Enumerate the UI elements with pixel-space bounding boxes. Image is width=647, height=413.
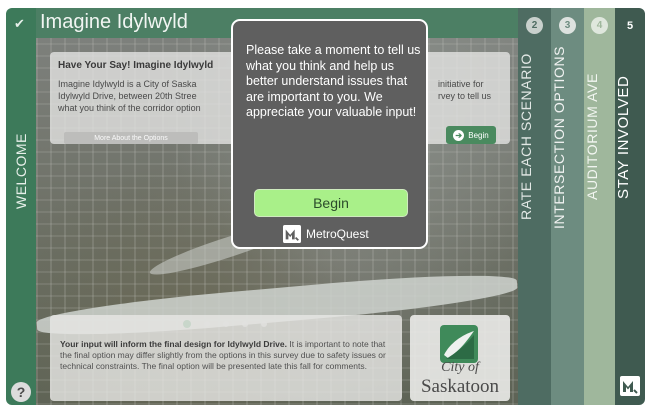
metroquest-brand-name: MetroQuest — [306, 227, 369, 241]
intro-line-right: initiative for — [438, 79, 484, 89]
page-title: Imagine Idylwyld — [40, 11, 188, 33]
help-icon[interactable]: ? — [11, 382, 31, 402]
check-icon: ✔ — [14, 16, 25, 31]
welcome-tab-label: WELCOME — [13, 133, 29, 209]
tab-label: INTERSECTION OPTIONS — [551, 45, 567, 229]
tab-label: RATE EACH SCENARIO — [518, 53, 534, 221]
intro-line: Imagine Idylwyld is a City of Saska — [58, 79, 197, 89]
info-footer-card: Your input will inform the final design … — [50, 315, 402, 401]
tab-label: AUDITORIUM AVE — [584, 73, 600, 201]
intro-card-title: Have Your Say! Imagine Idylwyld — [58, 60, 214, 71]
logo-saskatoon: Saskatoon — [420, 376, 500, 397]
metroquest-logo-icon — [283, 225, 301, 243]
survey-app: ✔ WELCOME ? Imagine Idylwyld Have Your S… — [0, 0, 647, 413]
tab-auditorium-ave[interactable]: 4 AUDITORIUM AVE — [584, 8, 615, 405]
city-logo: City of Saskatoon — [410, 315, 510, 401]
intro-line: what you think of the corridor option — [58, 103, 201, 113]
card-begin-button[interactable]: ➔ Begin — [446, 126, 496, 144]
begin-button[interactable]: Begin — [254, 189, 408, 217]
modal-message: Please take a moment to tell us what you… — [246, 43, 421, 119]
tab-rate-each-scenario[interactable]: 2 RATE EACH SCENARIO — [518, 8, 551, 405]
intro-modal: Please take a moment to tell us what you… — [231, 19, 428, 249]
more-about-options-button[interactable]: More About the Options — [64, 132, 198, 144]
tab-number: 4 — [591, 17, 608, 34]
tab-number: 2 — [526, 17, 543, 34]
logo-city-of: City of — [441, 360, 479, 375]
intro-line: Idylwyld Drive, between 20th Stree — [58, 91, 197, 101]
arrow-right-icon: ➔ — [453, 129, 465, 141]
info-footer-text: Your input will inform the final design … — [60, 339, 396, 372]
tab-number: 5 — [626, 19, 634, 32]
saskatoon-leaf-icon — [440, 325, 478, 363]
metroquest-brand: MetroQuest — [283, 224, 369, 244]
card-begin-label: Begin — [468, 130, 489, 140]
intro-body-left: Imagine Idylwyld is a City of Saska Idyl… — [58, 78, 201, 114]
intro-body-right: initiative for rvey to tell us — [438, 78, 491, 102]
welcome-tab[interactable]: ✔ WELCOME ? — [6, 8, 36, 405]
info-footer-bold: Your input will inform the final design … — [60, 339, 287, 349]
intro-line-right: rvey to tell us — [438, 91, 492, 101]
tab-number: 3 — [559, 17, 576, 34]
tab-intersection-options[interactable]: 3 INTERSECTION OPTIONS — [551, 8, 584, 405]
metroquest-icon — [620, 376, 640, 396]
tab-stay-involved[interactable]: 5 STAY INVOLVED — [615, 8, 645, 405]
tab-label: STAY INVOLVED — [615, 75, 632, 199]
